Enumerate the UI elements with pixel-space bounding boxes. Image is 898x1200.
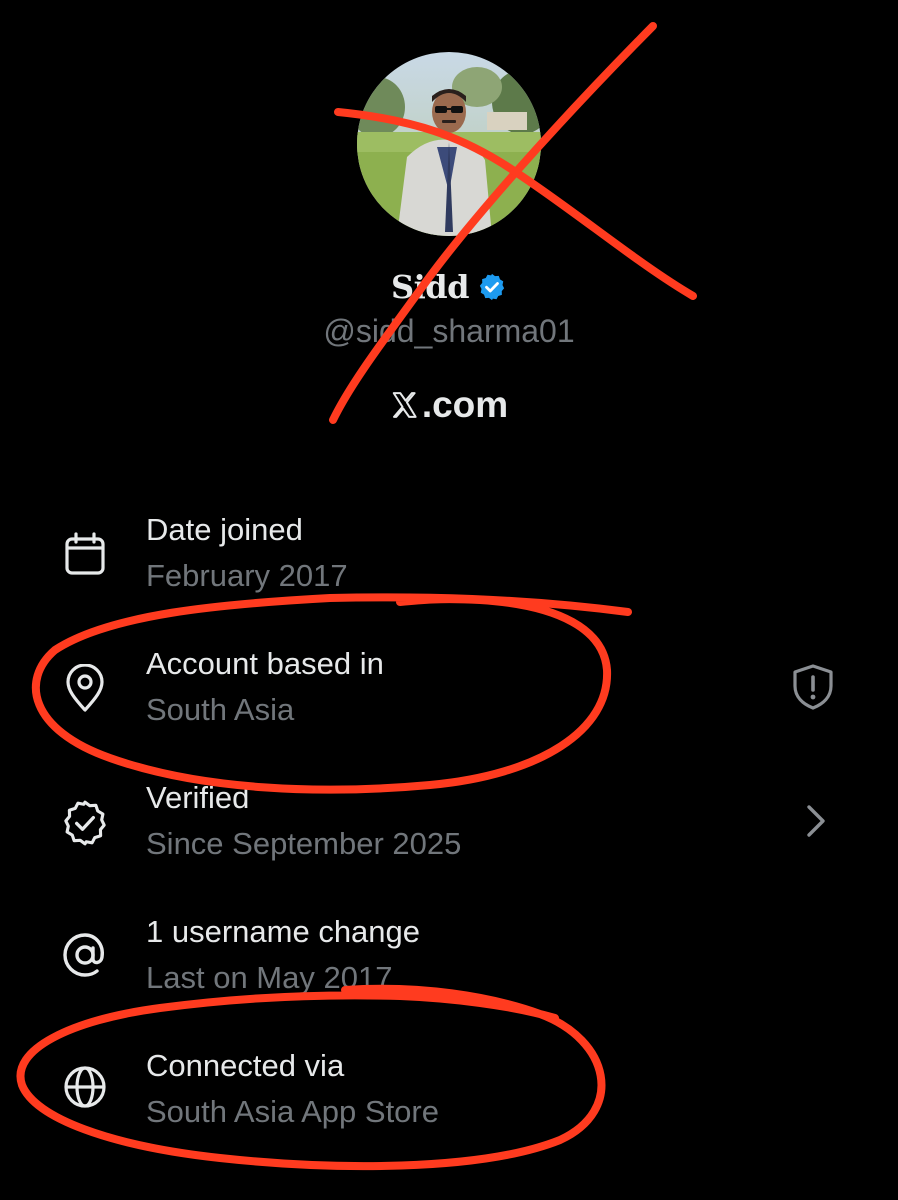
- verified-check-icon[interactable]: [477, 272, 507, 302]
- row-subtitle: Since September 2025: [146, 826, 462, 861]
- profile-about-page: Sidd @sidd_sharma01 .com Date joined Feb…: [0, 0, 898, 1200]
- site-domain: .com: [421, 384, 509, 425]
- chevron-right-icon[interactable]: [794, 798, 844, 848]
- verified-badge-icon: [60, 798, 110, 848]
- display-name: Sidd: [390, 268, 470, 306]
- username-change-row: 1 username change Last on May 2017: [0, 910, 898, 1020]
- profile-avatar[interactable]: [357, 52, 541, 236]
- at-sign-icon: [60, 930, 110, 980]
- row-subtitle: Last on May 2017: [146, 960, 393, 995]
- calendar-icon: [60, 530, 110, 580]
- date-joined-row: Date joined February 2017: [0, 508, 898, 618]
- account-based-in-row: Account based in South Asia: [0, 642, 898, 752]
- row-subtitle: February 2017: [146, 558, 348, 593]
- row-title: 1 username change: [146, 914, 421, 949]
- row-title: Account based in: [146, 646, 384, 681]
- row-title: Verified: [146, 780, 250, 815]
- site-label: .com: [0, 380, 898, 430]
- username-handle: @sidd_sharma01: [323, 313, 575, 349]
- row-title: Connected via: [146, 1048, 345, 1083]
- connected-via-row: Connected via South Asia App Store: [0, 1044, 898, 1154]
- display-name-row: Sidd: [0, 263, 898, 311]
- shield-alert-icon[interactable]: [788, 662, 838, 712]
- verified-row[interactable]: Verified Since September 2025: [0, 776, 898, 886]
- row-title: Date joined: [146, 512, 303, 547]
- row-subtitle: South Asia: [146, 692, 295, 727]
- x-logo-icon: [390, 390, 420, 420]
- row-subtitle: South Asia App Store: [146, 1094, 439, 1129]
- location-pin-icon: [60, 663, 110, 714]
- globe-icon: [60, 1062, 110, 1112]
